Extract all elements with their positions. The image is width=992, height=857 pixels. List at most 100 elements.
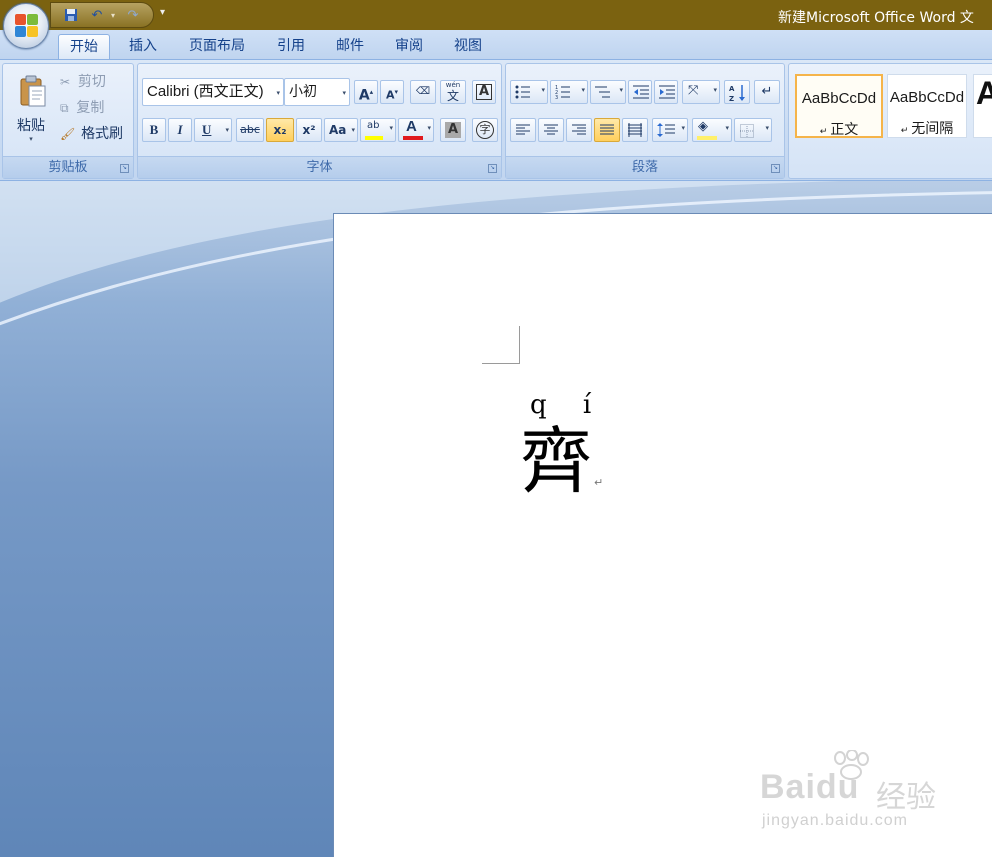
sort-icon: AZ: [729, 85, 745, 103]
format-painter-icon: 🖌: [60, 127, 76, 141]
bullets-icon: [515, 85, 530, 99]
cut-button[interactable]: ✂ 剪切: [59, 70, 131, 90]
copy-label: 复制: [76, 100, 105, 116]
format-painter-label: 格式刷: [81, 126, 124, 142]
paragraph-launcher-icon[interactable]: ↘: [771, 164, 780, 173]
show-hide-marks-button[interactable]: ↵: [754, 80, 780, 104]
shading-button[interactable]: ◈ ▾: [692, 118, 732, 142]
sort-button[interactable]: AZ: [724, 80, 750, 104]
tab-view[interactable]: 视图: [444, 34, 492, 60]
underline-button[interactable]: U ▾: [194, 118, 232, 142]
highlight-color-swatch: [365, 136, 383, 140]
multilevel-list-button[interactable]: ▾: [590, 80, 626, 104]
baidu-watermark: Baidu 经验 jingyan.baidu.com: [760, 750, 960, 840]
chinese-layout-button[interactable]: ⤧ ▾: [682, 80, 720, 104]
increase-indent-icon: [659, 85, 675, 99]
scissors-icon: ✂: [60, 75, 71, 89]
phonetic-char: 文: [446, 89, 459, 103]
line-spacing-icon: [657, 123, 675, 137]
numbering-button[interactable]: 123 ▾: [550, 80, 588, 104]
grow-font-icon: A: [358, 87, 370, 104]
multilevel-list-icon: [595, 86, 610, 98]
font-color-button[interactable]: A ▾: [398, 118, 434, 142]
chevron-down-icon: ▾: [389, 124, 393, 132]
chevron-down-icon: ▾: [619, 86, 623, 94]
font-launcher-icon[interactable]: ↘: [488, 164, 497, 173]
office-button[interactable]: [3, 3, 49, 49]
style-normal[interactable]: AaBbCcDd ↵ 正文: [795, 74, 883, 138]
grow-font-button[interactable]: A▴: [354, 80, 378, 104]
italic-button[interactable]: I: [168, 118, 192, 142]
font-size-select[interactable]: 小初 ▾: [284, 78, 350, 106]
enclose-characters-button[interactable]: 字: [472, 118, 498, 142]
copy-button[interactable]: ⧉ 复制: [59, 96, 131, 116]
copy-icon: ⧉: [60, 101, 69, 115]
superscript-button[interactable]: x²: [296, 118, 322, 142]
character-border-button[interactable]: A: [472, 80, 496, 104]
chevron-down-icon: ▾: [713, 86, 717, 94]
phonetic-guide-button[interactable]: wén 文: [440, 80, 466, 104]
style-no-spacing[interactable]: AaBbCcDd ↵ 无间隔: [887, 74, 967, 138]
justify-button[interactable]: [594, 118, 620, 142]
chevron-down-icon: ▾: [765, 124, 769, 132]
tab-insert[interactable]: 插入: [118, 34, 168, 60]
customize-quick-access-icon[interactable]: ▾: [160, 7, 165, 18]
bullets-button[interactable]: ▾: [510, 80, 548, 104]
style-heading-1[interactable]: A: [973, 74, 992, 138]
tab-mailings[interactable]: 邮件: [326, 34, 374, 60]
svg-text:A: A: [729, 85, 735, 93]
tab-page-layout[interactable]: 页面布局: [180, 34, 254, 60]
clear-formatting-button[interactable]: ⌫: [410, 80, 436, 104]
chinese-layout-icon: ⤧: [688, 83, 699, 98]
undo-icon[interactable]: ↶: [89, 8, 105, 24]
eraser-icon: ⌫: [415, 86, 431, 97]
paragraph-mark: ↵: [594, 476, 604, 489]
style-no-spacing-sample: AaBbCcDd: [889, 89, 965, 106]
align-left-icon: [516, 124, 530, 135]
font-size-value: 小初: [289, 84, 317, 100]
distributed-button[interactable]: [622, 118, 648, 142]
character-shading-button[interactable]: A: [440, 118, 466, 142]
underline-icon: U: [202, 122, 212, 137]
save-icon[interactable]: [63, 8, 79, 24]
font-color-icon: A: [406, 118, 417, 135]
highlight-icon: ab: [367, 120, 380, 131]
tab-review[interactable]: 审阅: [386, 34, 432, 60]
borders-button[interactable]: ▾: [734, 118, 772, 142]
chevron-down-icon: ▾: [342, 89, 346, 97]
align-left-button[interactable]: [510, 118, 536, 142]
clipboard-group: 粘贴 ▾ ✂ 剪切 ⧉ 复制 🖌 格式刷 剪贴板 ↘: [2, 63, 134, 179]
line-spacing-button[interactable]: ▾: [652, 118, 688, 142]
shrink-font-button[interactable]: A▾: [380, 80, 404, 104]
bold-button[interactable]: B: [142, 118, 166, 142]
undo-dropdown-icon[interactable]: ▾: [105, 8, 121, 24]
tab-home[interactable]: 开始: [58, 34, 110, 60]
highlight-button[interactable]: ab ▾: [360, 118, 396, 142]
office-logo-icon: [15, 14, 39, 38]
tab-references[interactable]: 引用: [268, 34, 314, 60]
paste-label: 粘贴: [17, 118, 45, 134]
distributed-icon: [628, 123, 642, 137]
font-family-select[interactable]: Calibri (西文正文) ▾: [142, 78, 284, 106]
svg-text:Z: Z: [729, 95, 734, 103]
align-center-button[interactable]: [538, 118, 564, 142]
margin-corner-mark: [482, 326, 520, 364]
chevron-down-icon: ▾: [681, 124, 685, 132]
style-heading-1-sample: A: [976, 75, 992, 112]
paste-button[interactable]: 粘贴 ▾: [7, 68, 55, 152]
chevron-down-icon: ▾: [427, 124, 431, 132]
change-case-button[interactable]: Aa ▾: [324, 118, 358, 142]
decrease-indent-button[interactable]: [628, 80, 652, 104]
document-character[interactable]: 齊: [520, 416, 592, 506]
strikethrough-button[interactable]: abc: [236, 118, 264, 142]
chevron-down-icon: ▾: [225, 126, 229, 134]
increase-indent-button[interactable]: [654, 80, 678, 104]
redo-icon[interactable]: ↷: [125, 8, 141, 24]
align-right-button[interactable]: [566, 118, 592, 142]
format-painter-button[interactable]: 🖌 格式刷: [59, 122, 133, 142]
clipboard-group-label: 剪贴板: [3, 156, 133, 178]
subscript-button[interactable]: x₂: [266, 118, 294, 142]
watermark-text: 经验: [876, 780, 936, 815]
clipboard-launcher-icon[interactable]: ↘: [120, 164, 129, 173]
cut-label: 剪切: [77, 74, 106, 90]
